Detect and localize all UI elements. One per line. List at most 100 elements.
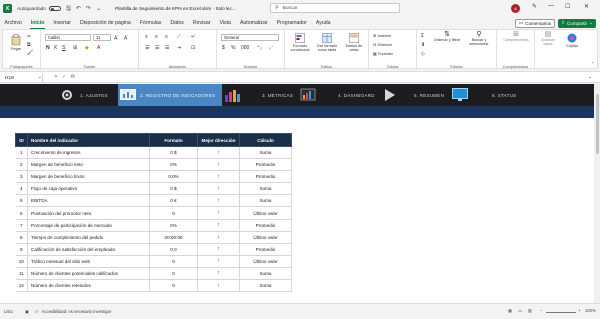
italic-icon[interactable]: K [54, 45, 57, 51]
comments-button[interactable]: ▭ Comentarios [515, 19, 555, 28]
tab-ayuda[interactable]: Ayuda [311, 17, 335, 29]
quick-access-more-icon[interactable]: ⌄ [96, 5, 101, 12]
zoom-slider[interactable] [546, 311, 576, 313]
table-row[interactable]: 12 Número de clientes retenidos 0 ↑ Suma [15, 279, 292, 293]
zoom-out-icon[interactable]: − [540, 308, 542, 313]
cell-format[interactable]: 00:00:00 [149, 231, 198, 244]
table-row[interactable]: 7 Porcentaje de participación de mercado 0… [15, 219, 292, 232]
cell-direction[interactable]: ↑ [197, 170, 240, 184]
font-name-select[interactable]: Calibri [45, 34, 91, 41]
page-break-icon[interactable]: ▥ [528, 308, 532, 313]
align-top-icon[interactable]: ≡ [145, 34, 148, 40]
nav-registro[interactable]: 2. REGISTRO DE INDICADORES [118, 84, 222, 106]
nav-status[interactable]: 6. STATUS [452, 84, 532, 106]
cell-calc[interactable]: Promedio [239, 243, 292, 256]
cell-id[interactable]: 6 [15, 206, 28, 220]
cell-format[interactable]: 0 $ [149, 182, 198, 196]
cell-format[interactable]: 0 [149, 255, 198, 268]
underline-icon[interactable]: S [62, 45, 65, 51]
scroll-thumb[interactable] [595, 94, 599, 154]
cell-calc[interactable]: Suma [239, 267, 292, 281]
save-icon[interactable]: 🖫 [66, 4, 71, 14]
cell-calc[interactable]: Promedio [239, 158, 292, 172]
ribbon-options-icon[interactable]: ✎ [532, 3, 537, 10]
cell-format[interactable]: 0 [149, 279, 198, 293]
vertical-scrollbar[interactable] [594, 84, 600, 303]
cell-format[interactable]: 0,0 [149, 243, 198, 256]
cell-calc[interactable]: Último valor [239, 206, 292, 220]
cell-format[interactable]: 0 € [149, 194, 198, 208]
increase-font-icon[interactable]: A^ [114, 34, 119, 42]
header-calc[interactable]: Cálculo [239, 133, 292, 147]
cell-direction[interactable]: ↑ [197, 194, 240, 208]
tab-datos[interactable]: Datos [166, 17, 189, 29]
tab-insertar[interactable]: Insertar [49, 17, 76, 29]
align-bottom-icon[interactable]: ≡ [165, 34, 168, 40]
merge-center-icon[interactable]: ⊡ [191, 45, 195, 51]
header-id[interactable]: ID [15, 133, 28, 147]
cell-id[interactable]: 4 [15, 182, 28, 196]
wrap-text-icon[interactable]: ↵ [191, 34, 195, 40]
insert-cells-button[interactable]: ⊞ Insertar [373, 33, 391, 38]
decrease-decimal-icon[interactable]: ₀⁻ [269, 45, 274, 51]
cell-id[interactable]: 1 [15, 146, 28, 160]
table-row[interactable]: 1 Crecimiento de ingresos 0 $ ↑ Suma [15, 146, 292, 160]
cell-name[interactable]: Puntuación del promotor neto [27, 206, 150, 220]
nav-resumen[interactable]: 5. RESUMEN [384, 84, 448, 106]
cell-name[interactable]: Número de clientes potenciales calificad… [27, 267, 150, 281]
insert-function-icon[interactable]: fx [71, 74, 75, 80]
cell-id[interactable]: 10 [15, 255, 28, 268]
cancel-entry-icon[interactable]: ✕ [54, 74, 58, 80]
cell-name[interactable]: Número de clientes retenidos [27, 279, 150, 293]
align-right-icon[interactable]: ☰ [165, 45, 169, 51]
cell-calc[interactable]: Suma [239, 146, 292, 160]
tab-disposición-de-página[interactable]: Disposición de página [75, 17, 135, 29]
font-color-icon[interactable]: A [97, 45, 100, 51]
zoom-in-icon[interactable]: + [578, 308, 580, 313]
cell-name[interactable]: Tiempo de cumplimiento del pedido [27, 231, 150, 244]
cell-calc[interactable]: Último valor [239, 255, 292, 268]
cell-id[interactable]: 8 [15, 231, 28, 244]
cell-name[interactable]: Flujo de caja operativo [27, 182, 150, 196]
align-center-icon[interactable]: ☰ [155, 45, 159, 51]
collapse-ribbon-icon[interactable]: ⌃ [591, 61, 594, 66]
cell-id[interactable]: 3 [15, 170, 28, 184]
copilot-button[interactable]: Copilot [561, 33, 583, 48]
cell-direction[interactable]: ↑ [197, 279, 240, 293]
cell-calc[interactable]: Promedio [239, 219, 292, 232]
paste-button[interactable]: Pegar [9, 34, 23, 51]
name-box[interactable]: H19 [3, 74, 43, 82]
macro-icon[interactable]: ▣ [25, 309, 29, 314]
cell-format[interactable]: 0% [149, 158, 198, 172]
tab-inicio[interactable]: Inicio [26, 17, 49, 29]
orientation-icon[interactable]: ⟋ [177, 34, 181, 40]
cell-format[interactable]: 0 $ [149, 146, 198, 160]
cell-name[interactable]: Margen de beneficio neto [27, 158, 150, 172]
tab-programador[interactable]: Programador [272, 17, 311, 29]
sort-filter-button[interactable]: ⇅ Ordenar y filtrar [433, 31, 461, 42]
tab-vista[interactable]: Vista [215, 17, 235, 29]
minimize-button[interactable]: — [548, 3, 554, 9]
cell-id[interactable]: 5 [15, 194, 28, 208]
close-button[interactable]: ✕ [584, 3, 589, 10]
name-box-dropdown-icon[interactable]: ⌄ [38, 74, 42, 80]
table-row[interactable]: 9 Calificación de satisfacción del emplea… [15, 243, 292, 256]
worksheet[interactable]: ID Nombre del indicador Formato Mejor di… [0, 118, 594, 303]
cell-direction[interactable]: ↑ [197, 146, 240, 160]
cell-calc[interactable]: Suma [239, 194, 292, 208]
cell-id[interactable]: 7 [15, 219, 28, 232]
cell-name[interactable]: Margen de beneficio bruto [27, 170, 150, 184]
cell-calc[interactable]: Suma [239, 279, 292, 293]
accessibility-icon[interactable]: ⚇ [35, 309, 39, 314]
clear-icon[interactable]: ◇ [421, 51, 425, 57]
normal-view-icon[interactable]: ▦ [508, 308, 512, 313]
nav-dashboard[interactable]: 4. DASHBOARD [300, 84, 380, 106]
cell-format[interactable]: 0% [149, 219, 198, 232]
table-row[interactable]: 4 Flujo de caja operativo 0 $ ↑ Suma [15, 182, 292, 196]
cell-direction[interactable]: ↑ [197, 206, 240, 220]
addins-button[interactable]: ⊞ Complementos [500, 31, 532, 42]
format-painter-icon[interactable]: 🖌 [27, 50, 33, 56]
thousands-icon[interactable]: 000 [241, 45, 249, 51]
cell-id[interactable]: 2 [15, 158, 28, 172]
cell-id[interactable]: 12 [15, 279, 28, 293]
